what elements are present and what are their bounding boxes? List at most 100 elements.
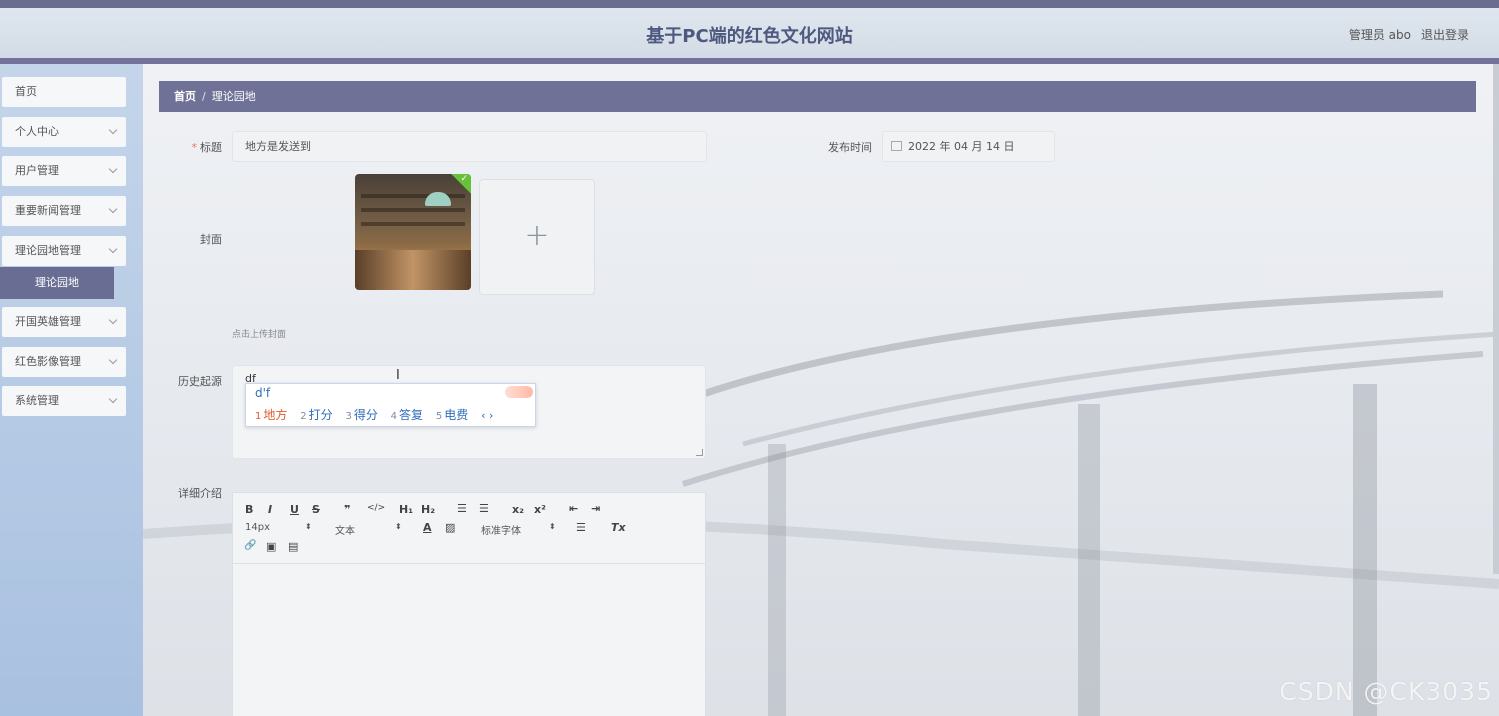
ime-composition: d'f: [255, 386, 271, 400]
chevron-down-icon: [108, 355, 118, 365]
sidebar-item-label: 系统管理: [15, 394, 59, 407]
superscript-button[interactable]: x²: [534, 503, 546, 516]
sidebar-item-label: 理论园地管理: [15, 244, 81, 257]
outdent-button[interactable]: ⇤: [569, 502, 578, 515]
ime-candidate[interactable]: 5 电费: [436, 408, 468, 422]
shelf-shape: [361, 222, 465, 226]
sidebar-item-personal[interactable]: 个人中心: [2, 117, 126, 147]
title-label: * 标题: [173, 139, 223, 155]
text-cursor-icon: I: [396, 368, 400, 383]
sidebar-item-theory[interactable]: 理论园地管理: [2, 236, 126, 266]
upload-cover-button[interactable]: +: [479, 179, 595, 295]
editor-toolbar: B I U S ❞ </> H₁ H₂ ☰ ☰ x₂ x² ⇤ ⇥ 14px ⬍…: [233, 493, 705, 564]
ime-candidate[interactable]: 4 答复: [391, 408, 423, 422]
resize-handle[interactable]: [696, 449, 703, 456]
ime-candidate-text: 得分: [353, 408, 378, 422]
sidebar-item-news[interactable]: 重要新闻管理: [2, 196, 126, 226]
align-button[interactable]: ☰: [576, 521, 586, 534]
top-stripe: [0, 0, 1499, 8]
chevron-down-icon: [108, 394, 118, 404]
editor-content-area[interactable]: [233, 564, 705, 716]
breadcrumb: 首页 / 理论园地: [159, 81, 1476, 112]
sidebar-subitem-theory[interactable]: 理论园地: [0, 267, 114, 299]
header1-button[interactable]: H₁: [399, 503, 413, 516]
chevron-down-icon: [108, 315, 118, 325]
site-title: 基于PC端的红色文化网站: [646, 26, 853, 47]
shelf-shape: [361, 208, 465, 212]
select-arrow-icon: ⬍: [395, 522, 402, 531]
header2-button[interactable]: H₂: [421, 503, 435, 516]
ime-candidate-text: 电费: [444, 408, 469, 422]
main-content: 首页 / 理论园地 * 标题 地方是发送到 发布时间 2022 年 04 月 14 日…: [143, 64, 1499, 716]
sidebar-item-home[interactable]: 首页: [2, 77, 126, 107]
breadcrumb-home[interactable]: 首页: [174, 90, 196, 103]
text-color-button[interactable]: A: [423, 521, 432, 534]
subscript-button[interactable]: x₂: [512, 503, 524, 516]
detail-label: 详细介绍: [178, 487, 222, 500]
chevron-down-icon: [108, 244, 118, 254]
plus-icon: +: [524, 218, 550, 253]
ime-candidate-number: 2: [300, 411, 307, 422]
title-input[interactable]: 地方是发送到: [232, 131, 707, 162]
strike-button[interactable]: S: [312, 503, 320, 516]
check-icon: ✓: [460, 174, 468, 184]
bullet-list-button[interactable]: ☰: [479, 502, 489, 515]
ime-candidate[interactable]: 2 打分: [300, 408, 332, 422]
breadcrumb-current: 理论园地: [211, 90, 256, 103]
ordered-list-button[interactable]: ☰: [457, 502, 467, 515]
cover-image-thumbnail[interactable]: ✓: [355, 174, 471, 290]
ime-logo-icon: [505, 386, 533, 398]
font-family-select[interactable]: 标准字体: [481, 522, 521, 537]
sidebar-item-images[interactable]: 红色影像管理: [2, 347, 126, 377]
sidebar-item-system[interactable]: 系统管理: [2, 386, 126, 416]
ime-page-arrows[interactable]: ‹ ›: [481, 409, 493, 422]
title-label-text: 标题: [200, 141, 222, 154]
ime-candidate-number: 4: [390, 411, 398, 422]
cover-label: 封面: [200, 233, 222, 246]
background-color-button[interactable]: ▨: [445, 521, 455, 534]
sidebar-item-label: 用户管理: [15, 164, 59, 177]
chevron-down-icon: [108, 125, 118, 135]
floor-shape: [355, 250, 471, 290]
sidebar-item-heroes[interactable]: 开国英雄管理: [2, 307, 126, 337]
publish-date-value: 2022 年 04 月 14 日: [908, 140, 1015, 153]
indent-button[interactable]: ⇥: [591, 502, 600, 515]
font-size-select[interactable]: 14px: [245, 522, 270, 533]
ime-candidate[interactable]: 1 地方: [255, 408, 287, 422]
image-button[interactable]: ▣: [266, 540, 276, 553]
link-button[interactable]: 🔗: [244, 540, 256, 551]
history-label: 历史起源: [178, 375, 222, 388]
underline-button[interactable]: U: [290, 503, 299, 516]
blockquote-button[interactable]: ❞: [344, 503, 350, 516]
ime-candidate-number: 5: [435, 411, 443, 422]
sidebar-item-label: 红色影像管理: [15, 355, 81, 368]
bold-button[interactable]: B: [245, 503, 253, 516]
cover-upload-hint: 点击上传封面: [232, 330, 287, 340]
header-select[interactable]: 文本: [335, 522, 355, 537]
select-arrow-icon: ⬍: [305, 522, 312, 531]
sidebar-item-users[interactable]: 用户管理: [2, 156, 126, 186]
required-asterisk: *: [191, 141, 198, 154]
rich-text-editor: B I U S ❞ </> H₁ H₂ ☰ ☰ x₂ x² ⇤ ⇥ 14px ⬍…: [232, 492, 706, 716]
ime-candidate-text: 打分: [308, 408, 333, 422]
chevron-down-icon: [108, 164, 118, 174]
sidebar-item-label: 开国英雄管理: [15, 315, 81, 328]
code-block-button[interactable]: </>: [367, 503, 385, 513]
ime-candidate-popup: d'f 1 地方 2 打分 3 得分 4 答复 5 电费 ‹ ›: [245, 383, 536, 427]
ime-candidate-number: 1: [255, 411, 262, 422]
ime-candidate-number: 3: [345, 411, 352, 422]
page-scrollbar[interactable]: [1493, 64, 1499, 574]
logout-link[interactable]: 退出登录: [1421, 26, 1469, 43]
header: 基于PC端的红色文化网站 管理员 abo 退出登录: [0, 8, 1499, 64]
ime-candidate[interactable]: 3 得分: [345, 408, 377, 422]
video-button[interactable]: ▤: [288, 540, 298, 553]
publish-time-label: 发布时间: [828, 141, 872, 154]
italic-button[interactable]: I: [268, 503, 272, 516]
clean-format-button[interactable]: Tx: [611, 521, 626, 534]
sidebar: 首页 个人中心 用户管理 重要新闻管理 理论园地管理 理论园地 开国英雄管理 红…: [0, 64, 143, 716]
breadcrumb-separator: /: [202, 90, 206, 103]
sidebar-item-label: 个人中心: [15, 125, 59, 138]
watermark: CSDN @CK3035: [1279, 677, 1493, 706]
user-info: 管理员 abo: [1348, 28, 1411, 42]
publish-date-picker[interactable]: 2022 年 04 月 14 日: [882, 131, 1055, 162]
